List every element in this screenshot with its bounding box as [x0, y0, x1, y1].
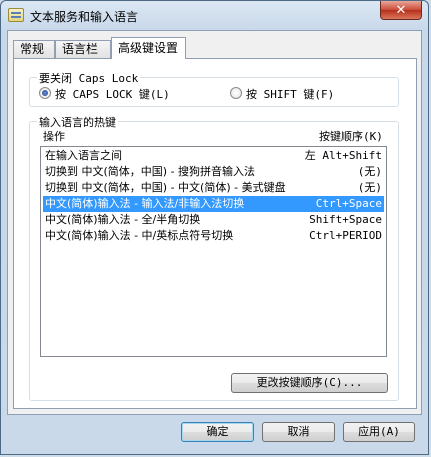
hotkey-row[interactable]: 中文(简体)输入法 - 全/半角切换 Shift+Space [43, 212, 384, 228]
hotkey-key: (无) [357, 165, 382, 178]
close-button[interactable]: ✕ [380, 1, 422, 20]
hotkey-row[interactable]: 中文(简体)输入法 - 中/英标点符号切换 Ctrl+PERIOD [43, 228, 384, 244]
hotkey-action: 中文(简体)输入法 - 中/英标点符号切换 [45, 229, 234, 242]
change-key-sequence-button[interactable]: 更改按键顺序(C)... [231, 373, 388, 393]
tab-advanced-label: 高级键设置 [118, 41, 179, 55]
column-header-action: 操作 [43, 130, 65, 143]
shift-key-radio[interactable] [230, 87, 242, 99]
hotkey-action: 在输入语言之间 [45, 149, 122, 162]
hotkey-key: (无) [357, 181, 382, 194]
hotkey-action: 切换到 中文(简体，中国) - 中文(简体) - 美式键盘 [45, 181, 286, 194]
hotkey-list[interactable]: 在输入语言之间 左 Alt+Shift 切换到 中文(简体，中国) - 搜狗拼音… [40, 146, 387, 357]
ok-button[interactable]: 确定 [181, 422, 254, 442]
close-icon: ✕ [395, 2, 407, 18]
tab-language-bar[interactable]: 语言栏 [55, 40, 111, 58]
hotkey-action: 中文(简体)输入法 - 输入法/非输入法切换 [45, 197, 245, 210]
hotkey-row[interactable]: 切换到 中文(简体，中国) - 搜狗拼音输入法 (无) [43, 164, 384, 180]
tab-general-label: 常规 [20, 42, 45, 56]
caps-lock-group-label: 要关闭 Caps Lock [37, 70, 141, 86]
tab-general[interactable]: 常规 [13, 40, 55, 58]
hotkey-key: Ctrl+Space [315, 197, 382, 210]
caps-lock-key-radio[interactable] [39, 87, 51, 99]
app-icon [8, 8, 24, 22]
window-title: 文本服务和输入语言 [30, 10, 139, 24]
apply-button[interactable]: 应用(A) [343, 422, 415, 442]
hotkey-action: 切换到 中文(简体，中国) - 搜狗拼音输入法 [45, 165, 256, 178]
hotkey-action: 中文(简体)输入法 - 全/半角切换 [45, 213, 201, 226]
hotkey-key: Shift+Space [309, 213, 382, 226]
cancel-button[interactable]: 取消 [262, 422, 335, 442]
hotkey-row[interactable]: 切换到 中文(简体，中国) - 中文(简体) - 美式键盘 (无) [43, 180, 384, 196]
tab-language-bar-label: 语言栏 [62, 42, 99, 56]
tab-advanced-key-settings[interactable]: 高级键设置 [111, 37, 186, 59]
hotkey-row[interactable]: 在输入语言之间 左 Alt+Shift [43, 148, 384, 164]
column-header-key-sequence: 按键顺序(K) [319, 130, 383, 143]
hotkey-key: Ctrl+PERIOD [309, 229, 382, 242]
shift-key-radio-label[interactable]: 按 SHIFT 键(F) [246, 86, 334, 102]
hotkey-key: 左 Alt+Shift [304, 149, 382, 162]
title-bar[interactable]: 文本服务和输入语言 ✕ [1, 1, 428, 31]
caps-lock-key-radio-label[interactable]: 按 CAPS LOCK 键(L) [55, 86, 170, 102]
hotkey-row-selected[interactable]: 中文(简体)输入法 - 输入法/非输入法切换 Ctrl+Space [43, 196, 384, 212]
